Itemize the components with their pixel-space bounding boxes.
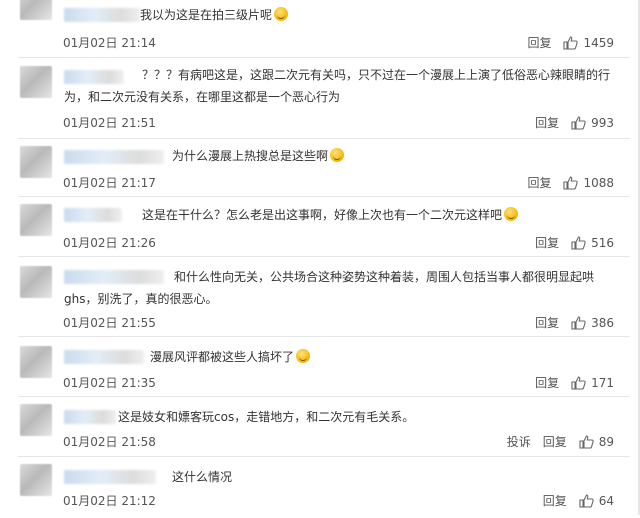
timestamp: 01月02日 21:58 [63, 435, 156, 449]
comment-item: 为什么漫展上热搜总是这些啊 01月02日 21:17 回复 1088 [0, 140, 640, 200]
thumbs-up-icon [571, 115, 586, 130]
emoji-icon [330, 148, 345, 162]
thumbs-up-icon [563, 35, 579, 50]
report-button[interactable]: 投诉 [507, 433, 531, 450]
comment-item: 这什么情况 01月02日 21:12 回复 64 [0, 458, 640, 518]
like-button[interactable]: 1459 [563, 36, 614, 50]
timestamp: 01月02日 21:26 [63, 236, 156, 250]
comment-text: 和什么性向无关，公共场合这种姿势这种着装，周围人包括当事人都很明显起哄ghs，别… [64, 270, 595, 306]
reply-button[interactable]: 回复 [543, 492, 567, 509]
reply-button[interactable]: 回复 [543, 433, 567, 450]
like-count: 171 [591, 375, 614, 390]
like-count: 1088 [583, 175, 614, 190]
like-count: 516 [591, 235, 614, 250]
timestamp: 01月02日 21:17 [63, 176, 156, 190]
timestamp: 01月02日 21:51 [63, 116, 156, 130]
like-count: 1459 [583, 35, 614, 50]
avatar[interactable] [20, 66, 52, 98]
like-count: 386 [591, 315, 614, 330]
like-button[interactable]: 1088 [563, 176, 614, 190]
avatar[interactable] [20, 404, 52, 436]
reply-button[interactable]: 回复 [535, 374, 559, 391]
reply-button[interactable]: 回复 [527, 34, 551, 51]
like-button[interactable]: 89 [579, 435, 614, 449]
like-button[interactable]: 64 [579, 494, 614, 508]
thumbs-up-icon [579, 434, 594, 449]
like-count: 993 [591, 115, 614, 130]
divider [18, 456, 630, 457]
divider [18, 138, 630, 139]
emoji-icon [504, 207, 519, 221]
divider [18, 396, 630, 397]
avatar[interactable] [20, 346, 52, 378]
thumbs-up-icon [563, 175, 579, 190]
divider [18, 336, 630, 337]
username[interactable] [64, 150, 164, 164]
comment-item: 这是妓女和嫖客玩cos，走错地方，和二次元有毛关系。 01月02日 21:58 … [0, 398, 640, 458]
avatar[interactable] [20, 464, 52, 496]
avatar[interactable] [20, 204, 52, 236]
comment-text: 漫展风评都被这些人搞坏了 [150, 346, 618, 368]
username[interactable] [64, 410, 116, 424]
comment-item: 我以为这是在拍三级片呢 01月02日 21:14 回复 1459 [0, 0, 640, 60]
thumbs-up-icon [571, 235, 586, 250]
username[interactable] [64, 8, 140, 22]
reply-button[interactable]: 回复 [535, 314, 559, 331]
comment-text: 这是在干什么？怎么老是出这事啊，好像上次也有一个二次元这样吧 [142, 204, 618, 226]
reply-button[interactable]: 回复 [535, 114, 559, 131]
avatar[interactable] [20, 0, 52, 20]
timestamp: 01月02日 21:14 [63, 36, 156, 50]
username[interactable] [64, 350, 144, 364]
comment-text: ？？？有病吧这是，这跟二次元有关吗，只不过在一个漫展上上演了低俗恶心辣眼睛的行为… [64, 68, 611, 104]
comment-item: 和什么性向无关，公共场合这种姿势这种着装，周围人包括当事人都很明显起哄ghs，别… [0, 258, 640, 340]
like-button[interactable]: 171 [571, 376, 614, 390]
emoji-icon [274, 7, 289, 21]
like-count: 89 [598, 434, 614, 449]
divider [18, 256, 630, 257]
timestamp: 01月02日 21:35 [63, 376, 156, 390]
timestamp: 01月02日 21:12 [63, 494, 156, 508]
reply-button[interactable]: 回复 [527, 174, 551, 191]
timestamp: 01月02日 21:55 [63, 316, 156, 330]
comment-item: ？？？有病吧这是，这跟二次元有关吗，只不过在一个漫展上上演了低俗恶心辣眼睛的行为… [0, 58, 640, 140]
emoji-icon [296, 349, 311, 363]
comment-text: 这是妓女和嫖客玩cos，走错地方，和二次元有毛关系。 [118, 410, 415, 424]
divider [18, 196, 630, 197]
comment-text: 我以为这是在拍三级片呢 [140, 4, 618, 26]
thumbs-up-icon [571, 315, 586, 330]
thumbs-up-icon [579, 493, 594, 508]
avatar[interactable] [20, 266, 52, 298]
like-button[interactable]: 386 [571, 316, 614, 330]
thumbs-up-icon [571, 375, 586, 390]
comment-item: 这是在干什么？怎么老是出这事啊，好像上次也有一个二次元这样吧 01月02日 21… [0, 198, 640, 258]
comment-text: 这什么情况 [172, 470, 233, 484]
username[interactable] [64, 470, 156, 484]
reply-button[interactable]: 回复 [535, 234, 559, 251]
username[interactable] [64, 208, 122, 222]
avatar[interactable] [20, 146, 52, 178]
like-button[interactable]: 993 [571, 116, 614, 130]
like-count: 64 [598, 493, 614, 508]
comment-item: 漫展风评都被这些人搞坏了 01月02日 21:35 回复 171 [0, 338, 640, 398]
comment-text: 为什么漫展上热搜总是这些啊 [172, 145, 618, 167]
like-button[interactable]: 516 [571, 236, 614, 250]
